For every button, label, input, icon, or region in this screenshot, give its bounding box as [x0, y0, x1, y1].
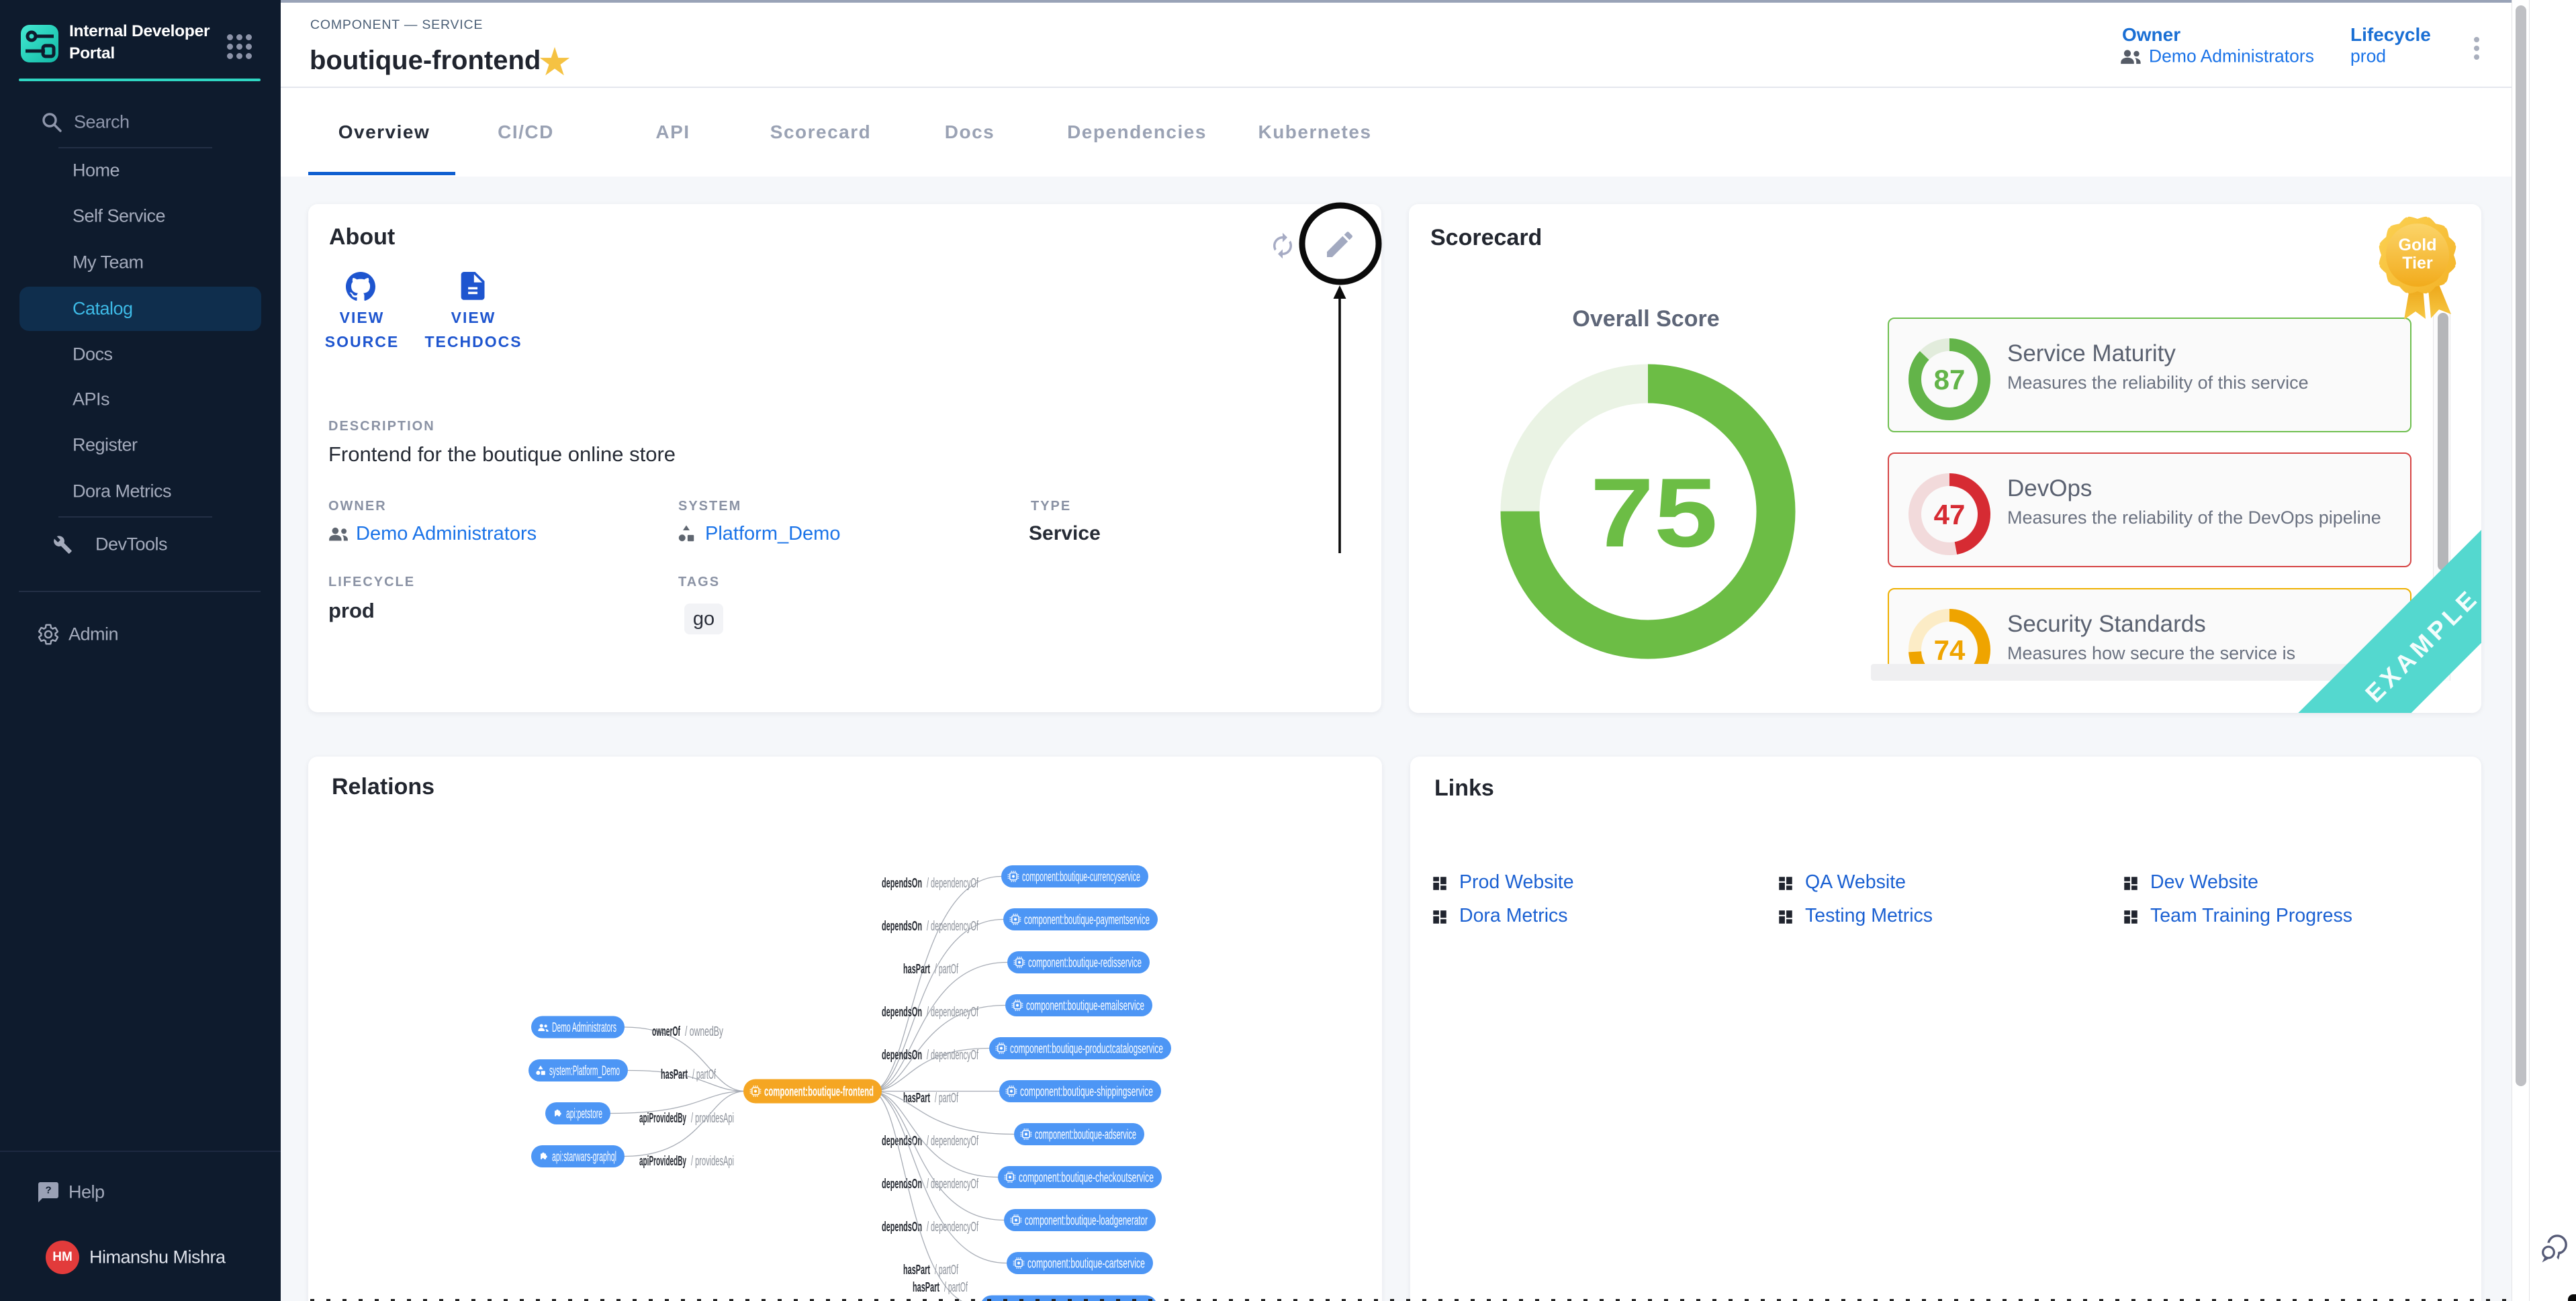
svg-text:Tier: Tier: [2402, 254, 2433, 273]
svg-text:Gold: Gold: [2399, 236, 2437, 254]
svg-text:47: 47: [1934, 499, 1966, 530]
svg-text:?: ?: [46, 1185, 52, 1196]
svg-text:87: 87: [1934, 364, 1966, 395]
svg-text:75: 75: [1590, 458, 1718, 567]
svg-text:74: 74: [1934, 634, 1966, 666]
